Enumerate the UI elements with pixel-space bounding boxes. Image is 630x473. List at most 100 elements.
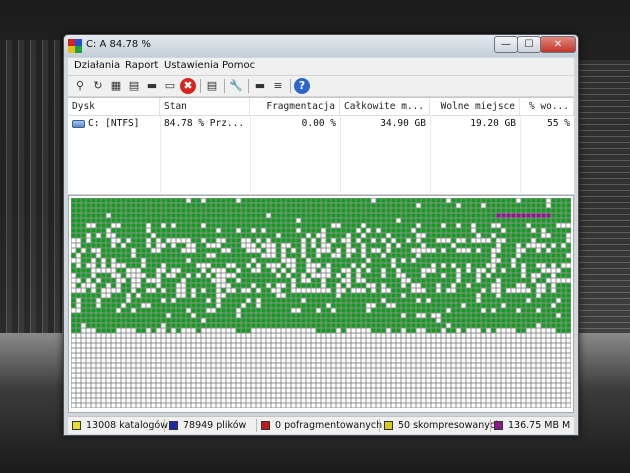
cluster-cell <box>451 238 456 243</box>
cluster-cell <box>416 368 421 373</box>
cluster-cell <box>156 218 161 223</box>
console-icon[interactable]: ▬ <box>252 78 268 94</box>
cluster-cell <box>301 328 306 333</box>
cluster-cell <box>341 318 346 323</box>
cluster-cell <box>356 308 361 313</box>
cluster-cell <box>211 293 216 298</box>
cluster-cell <box>481 298 486 303</box>
cluster-cell <box>501 293 506 298</box>
cluster-cell <box>501 268 506 273</box>
cluster-cell <box>426 348 431 353</box>
cluster-cell <box>521 253 526 258</box>
menu-dzialania[interactable]: Działania <box>74 60 120 71</box>
close-button[interactable]: ✕ <box>540 36 576 53</box>
cluster-cell <box>381 253 386 258</box>
cluster-cell <box>76 323 81 328</box>
column-dysk[interactable]: Dysk <box>68 98 160 115</box>
menu-pomoc[interactable]: Pomoc <box>222 60 255 71</box>
cluster-cell <box>146 383 151 388</box>
cluster-cell <box>436 253 441 258</box>
cluster-cell <box>281 198 286 203</box>
menu-ustawienia[interactable]: Ustawienia <box>164 60 219 71</box>
full-optimize-icon[interactable]: ▬ <box>144 78 160 94</box>
cluster-cell <box>246 253 251 258</box>
cluster-cell <box>386 198 391 203</box>
defrag-icon[interactable]: ▦ <box>108 78 124 94</box>
cluster-cell <box>206 253 211 258</box>
cluster-cell <box>346 198 351 203</box>
report-icon[interactable]: ▤ <box>204 78 220 94</box>
cluster-cell <box>276 273 281 278</box>
cluster-cell <box>221 198 226 203</box>
column-fragmentacja[interactable]: Fragmentacja <box>250 98 340 115</box>
cluster-cell <box>226 313 231 318</box>
column-wolne-miejsce[interactable]: Wolne miejsce <box>430 98 520 115</box>
cluster-cell <box>266 238 271 243</box>
cluster-cell <box>181 203 186 208</box>
cluster-cell <box>441 238 446 243</box>
cluster-cell <box>496 373 501 378</box>
column-stan[interactable]: Stan <box>160 98 250 115</box>
column-procent-wolne[interactable]: % wo... <box>520 98 574 115</box>
cluster-cell <box>401 333 406 338</box>
cluster-cell <box>506 403 511 408</box>
cluster-cell <box>271 298 276 303</box>
cluster-cell <box>296 338 301 343</box>
cluster-cell <box>311 213 316 218</box>
cluster-cell <box>481 268 486 273</box>
cluster-cell <box>171 358 176 363</box>
cluster-cell <box>376 228 381 233</box>
cluster-cell <box>86 288 91 293</box>
menu-raport[interactable]: Raport <box>125 60 158 71</box>
cluster-cell <box>381 308 386 313</box>
script-icon[interactable]: ≡ <box>270 78 286 94</box>
cluster-cell <box>421 253 426 258</box>
cluster-cell <box>121 353 126 358</box>
cluster-cell <box>126 333 131 338</box>
cluster-cell <box>396 243 401 248</box>
cluster-cell <box>151 233 156 238</box>
search-icon[interactable]: ⚲ <box>72 78 88 94</box>
cluster-cell <box>396 228 401 233</box>
stop-icon[interactable]: ✖ <box>180 78 196 94</box>
cluster-cell <box>411 258 416 263</box>
refresh-icon[interactable]: ↻ <box>90 78 106 94</box>
cluster-cell <box>226 378 231 383</box>
cluster-cell <box>176 318 181 323</box>
cluster-cell <box>531 383 536 388</box>
help-icon[interactable]: ? <box>294 78 310 94</box>
pause-icon[interactable]: ▭ <box>162 78 178 94</box>
cluster-cell <box>431 308 436 313</box>
cluster-cell <box>201 208 206 213</box>
cluster-cell <box>396 363 401 368</box>
cluster-cell <box>566 348 571 353</box>
cluster-cell <box>411 213 416 218</box>
cluster-cell <box>546 368 551 373</box>
cluster-cell <box>166 203 171 208</box>
title-bar[interactable]: C: A 84.78 % — ☐ ✕ <box>64 35 578 57</box>
cluster-cell <box>406 338 411 343</box>
maximize-button[interactable]: ☐ <box>517 36 541 53</box>
quick-optimize-icon[interactable]: ▤ <box>126 78 142 94</box>
cluster-cell <box>221 378 226 383</box>
cluster-cell <box>226 213 231 218</box>
cluster-cell <box>361 223 366 228</box>
cluster-cell <box>451 218 456 223</box>
cluster-cell <box>311 398 316 403</box>
cluster-cell <box>481 208 486 213</box>
cluster-cell <box>371 388 376 393</box>
minimize-button[interactable]: — <box>494 36 518 53</box>
cluster-cell <box>276 393 281 398</box>
cluster-cell <box>176 218 181 223</box>
cluster-cell <box>491 348 496 353</box>
cluster-cell <box>551 298 556 303</box>
cluster-cell <box>471 288 476 293</box>
cluster-cell <box>101 208 106 213</box>
drive-row[interactable]: C: [NTFS] 84.78 % Prz... 0.00 % 34.90 GB… <box>68 116 574 132</box>
cluster-map[interactable] <box>68 195 574 413</box>
column-calkowite[interactable]: Całkowite m... <box>340 98 430 115</box>
cluster-cell <box>86 303 91 308</box>
cluster-cell <box>271 268 276 273</box>
cluster-cell <box>331 378 336 383</box>
settings-icon[interactable]: 🔧 <box>228 78 244 94</box>
